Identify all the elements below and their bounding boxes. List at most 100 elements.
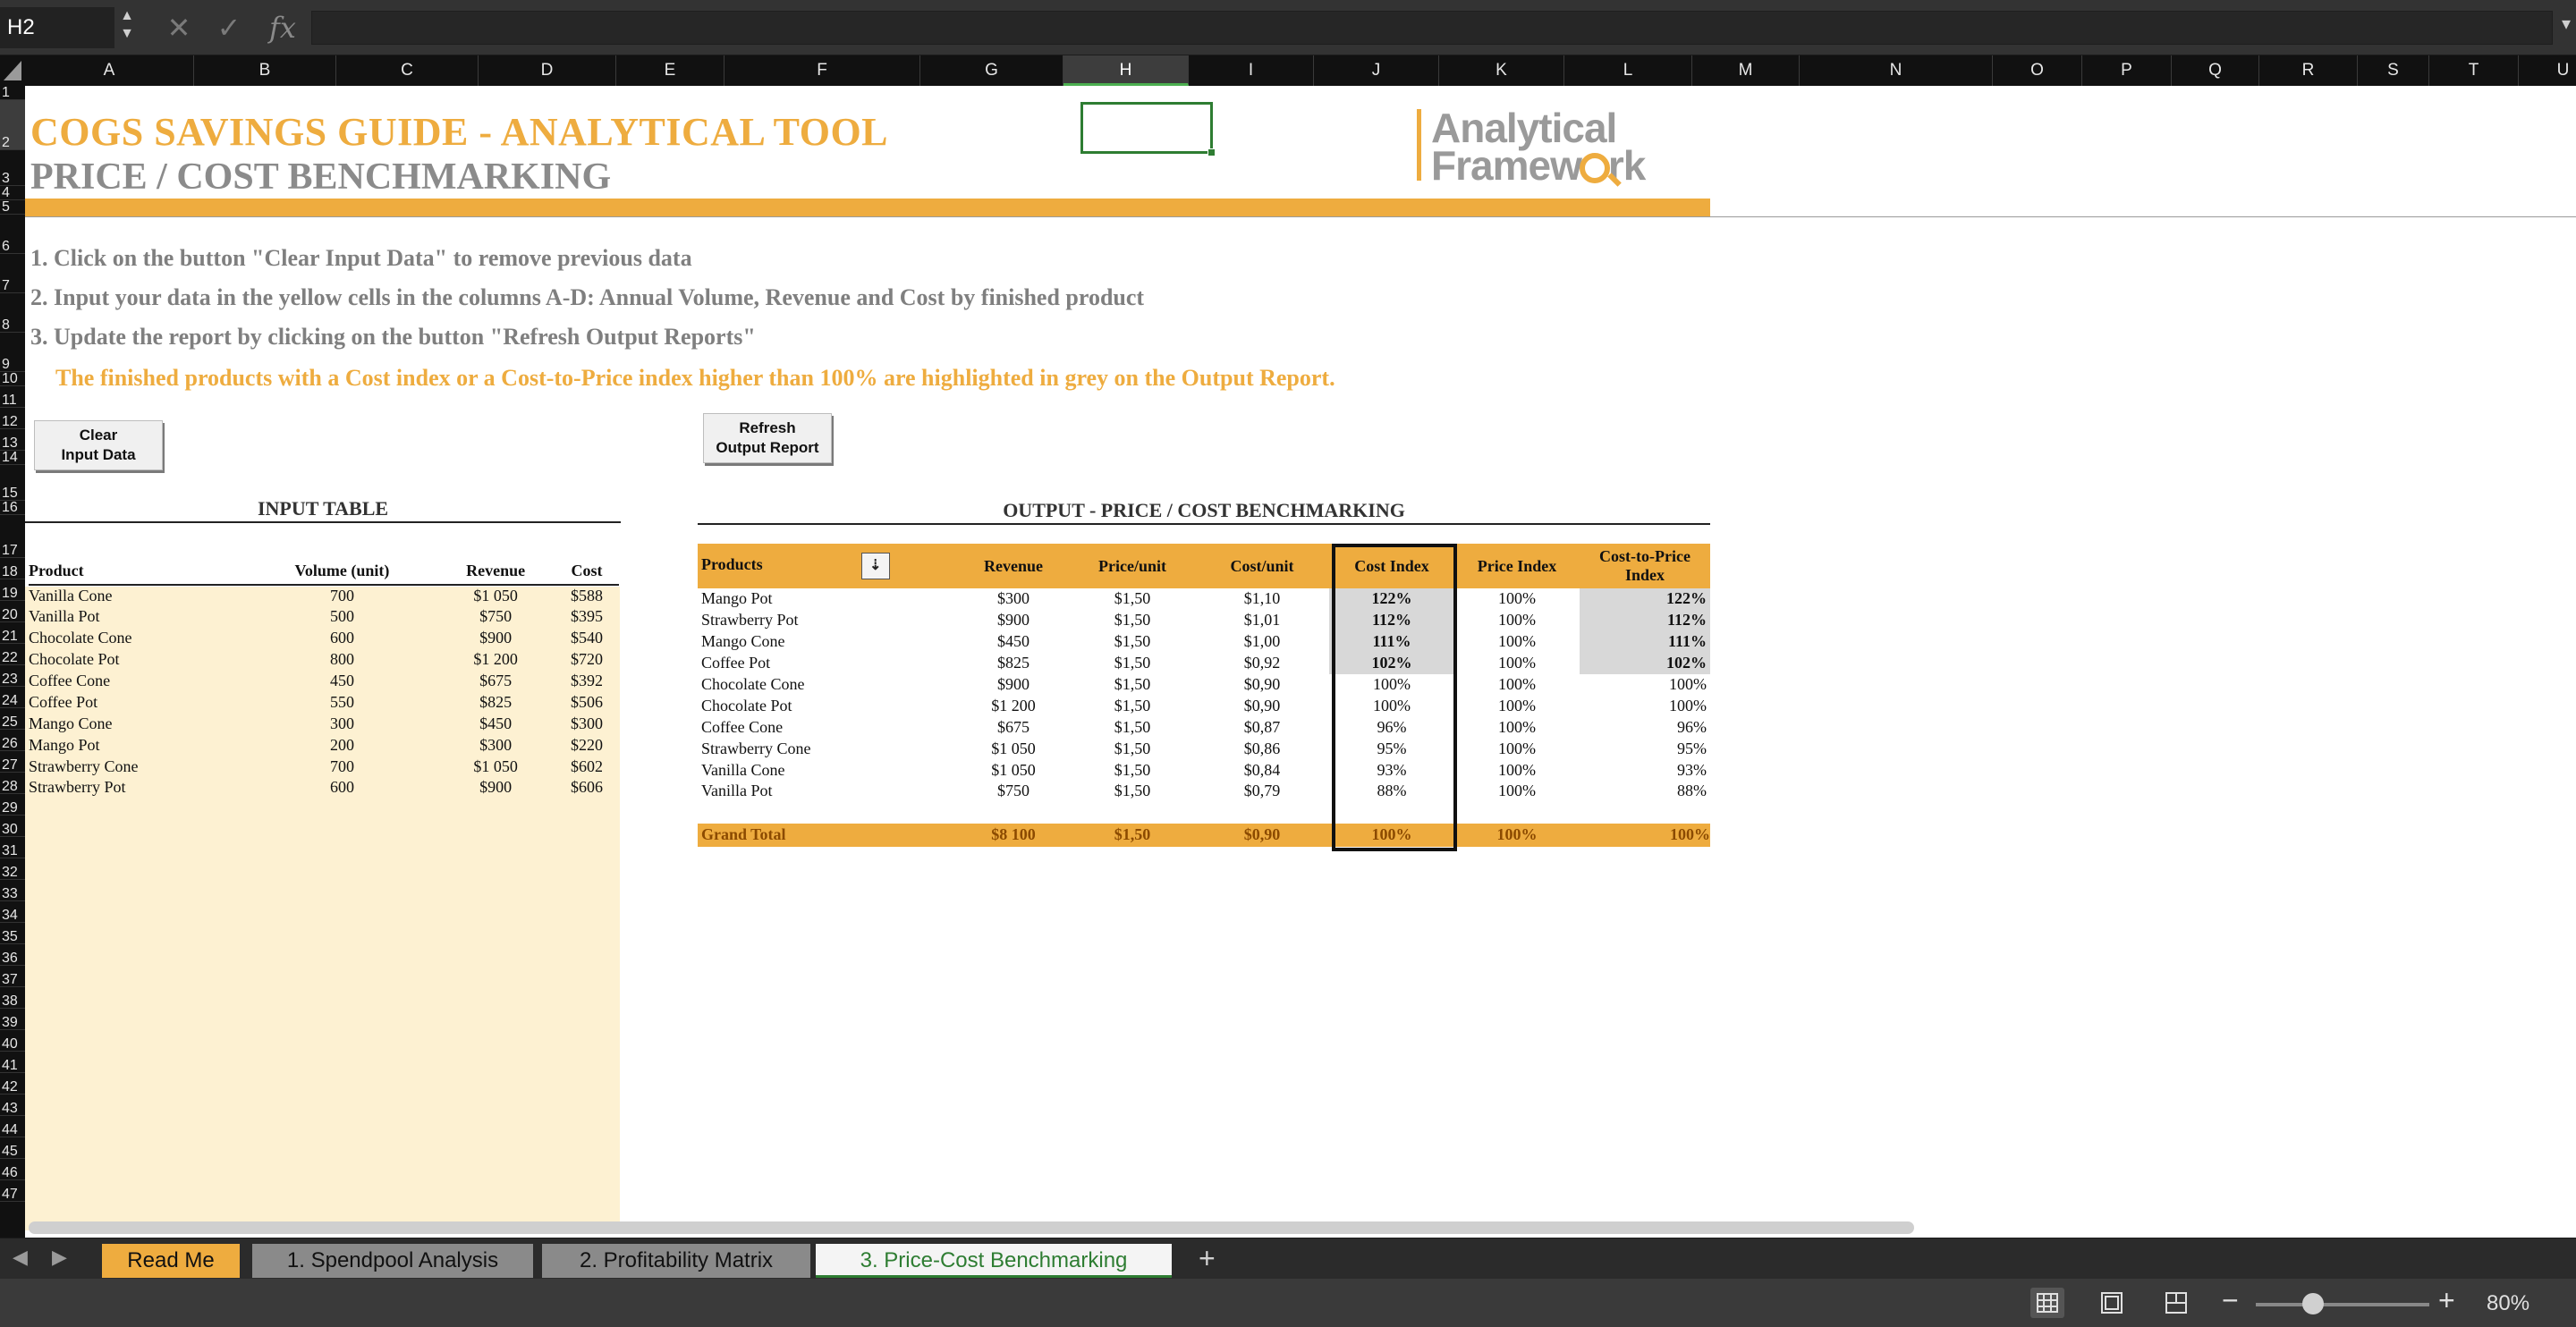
output-cell[interactable]: 100% [1454,631,1580,653]
output-cell[interactable]: 102% [1580,652,1710,674]
zoom-out-button[interactable]: − [2222,1284,2239,1317]
output-cell[interactable]: $1,50 [1070,716,1195,738]
output-cell[interactable]: 100% [1454,738,1580,759]
input-cell[interactable]: $606 [555,777,619,799]
input-cell[interactable]: $300 [436,734,555,756]
row-header-21[interactable]: 21 [0,622,25,644]
output-cell[interactable]: 95% [1580,738,1710,759]
output-cell[interactable]: $1,10 [1195,588,1329,610]
column-header-h[interactable]: H [1063,55,1189,86]
clear-input-data-button[interactable]: Clear Input Data [34,420,163,470]
output-cell[interactable]: 111% [1580,630,1710,653]
row-header-12[interactable]: 12 [0,408,25,429]
row-header-25[interactable]: 25 [0,708,25,730]
grand-total-cell[interactable]: $8 100 [957,823,1070,847]
output-cell[interactable]: $825 [957,653,1070,674]
name-box[interactable]: H2 [0,7,114,48]
row-header-16[interactable]: 16 [0,501,25,515]
row-header-37[interactable]: 37 [0,966,25,987]
name-box-stepper-icon[interactable]: ▲ ▼ [116,7,138,48]
column-header-l[interactable]: L [1564,55,1692,86]
row-header-19[interactable]: 19 [0,579,25,601]
row-header-42[interactable]: 42 [0,1073,25,1095]
input-cell[interactable]: $1 050 [436,756,555,777]
row-header-15[interactable]: 15 [0,465,25,501]
row-header-24[interactable]: 24 [0,687,25,708]
row-header-4[interactable]: 4 [0,186,25,200]
column-header-o[interactable]: O [1993,55,2082,86]
row-header-32[interactable]: 32 [0,858,25,880]
input-cell[interactable]: 700 [248,585,437,606]
column-header-i[interactable]: I [1189,55,1314,86]
input-cell[interactable]: $506 [555,691,619,713]
selected-cell-h2[interactable] [1080,102,1216,156]
output-cell[interactable]: 100% [1454,674,1580,696]
input-cell[interactable]: $392 [555,671,619,692]
output-cell[interactable]: 100% [1454,610,1580,631]
output-cell[interactable]: $1,50 [1070,610,1195,631]
output-cell[interactable]: $900 [957,610,1070,631]
input-cell[interactable]: $900 [436,777,555,799]
output-cell[interactable]: Chocolate Cone [698,674,957,696]
row-header-31[interactable]: 31 [0,837,25,858]
input-cell[interactable]: $1 050 [436,585,555,606]
row-header-3[interactable]: 3 [0,150,25,186]
output-cell[interactable]: 111% [1329,630,1454,653]
sheet-grid[interactable]: COGS SAVINGS GUIDE - ANALYTICAL TOOL PRI… [25,86,2576,1238]
output-cell[interactable]: $750 [957,781,1070,802]
tab-2[interactable]: 1. Spendpool Analysis [252,1244,533,1278]
row-header-38[interactable]: 38 [0,987,25,1009]
input-cell[interactable]: Coffee Pot [29,691,248,713]
input-cell[interactable]: $602 [555,756,619,777]
output-cell[interactable]: $900 [957,674,1070,696]
page-break-view-icon[interactable] [2159,1288,2193,1318]
output-cell[interactable]: 96% [1329,716,1454,738]
output-cell[interactable]: 95% [1329,738,1454,759]
row-header-43[interactable]: 43 [0,1095,25,1116]
output-cell[interactable]: 102% [1329,652,1454,674]
output-cell[interactable]: 96% [1580,716,1710,738]
row-header-29[interactable]: 29 [0,794,25,816]
confirm-icon[interactable]: ✓ [211,7,247,48]
row-header-45[interactable]: 45 [0,1137,25,1159]
column-header-a[interactable]: A [25,55,194,86]
row-header-30[interactable]: 30 [0,816,25,837]
column-header-u[interactable]: U [2519,55,2576,86]
row-header-46[interactable]: 46 [0,1159,25,1180]
page-layout-view-icon[interactable] [2095,1288,2129,1318]
input-cell[interactable]: $750 [436,606,555,628]
output-cell[interactable]: $300 [957,588,1070,610]
row-header-13[interactable]: 13 [0,429,25,451]
input-cell[interactable]: 550 [248,691,437,713]
output-cell[interactable]: $1,50 [1070,738,1195,759]
input-cell[interactable]: Chocolate Pot [29,649,248,671]
output-cell[interactable]: 100% [1454,716,1580,738]
input-cell[interactable]: Vanilla Pot [29,606,248,628]
zoom-slider-track[interactable] [2256,1303,2429,1306]
input-cell[interactable]: 300 [248,713,437,734]
row-header-34[interactable]: 34 [0,901,25,923]
column-header-j[interactable]: J [1314,55,1439,86]
grand-total-cell[interactable]: $1,50 [1070,823,1195,847]
input-cell[interactable]: $300 [555,713,619,734]
row-header-1[interactable]: 1 [0,86,25,100]
input-cell[interactable]: 600 [248,628,437,649]
output-cell[interactable]: 112% [1580,609,1710,631]
output-cell[interactable]: $1,50 [1070,653,1195,674]
column-header-m[interactable]: M [1692,55,1800,86]
output-cell[interactable]: $0,92 [1195,653,1329,674]
column-header-q[interactable]: Q [2172,55,2259,86]
fill-handle[interactable] [1208,148,1216,156]
tab-1[interactable]: Read Me [102,1244,240,1278]
output-cell[interactable]: Mango Cone [698,631,957,653]
output-cell[interactable]: 100% [1454,588,1580,610]
row-header-28[interactable]: 28 [0,773,25,794]
output-cell[interactable]: Mango Pot [698,588,957,610]
output-cell[interactable]: 100% [1454,781,1580,802]
zoom-slider-thumb[interactable] [2302,1293,2325,1314]
row-header-2[interactable]: 2 [0,100,25,150]
input-cell[interactable]: $588 [555,585,619,606]
tab-3[interactable]: 2. Profitability Matrix [542,1244,810,1278]
output-cell[interactable]: 100% [1580,674,1710,696]
grand-total-cell[interactable]: 100% [1580,823,1710,847]
